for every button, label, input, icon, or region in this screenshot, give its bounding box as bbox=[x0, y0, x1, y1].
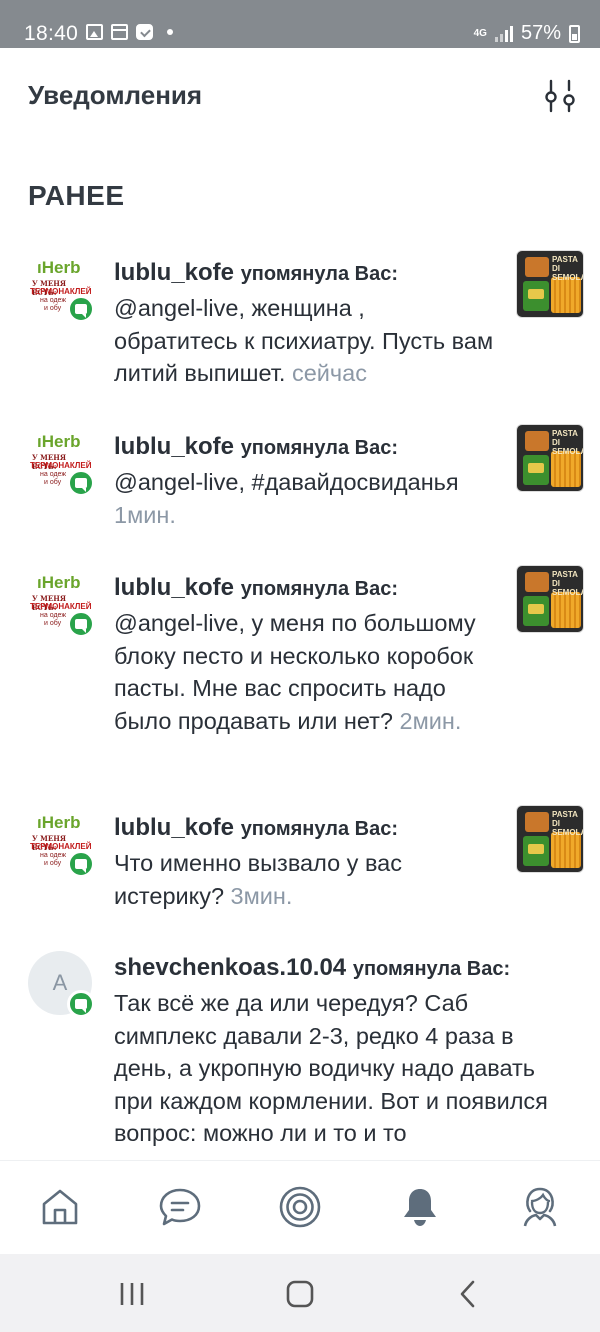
avatar[interactable]: iHerb У МЕНЯ ЕСТЬ: ТЕРМОНАКЛЕЙКИ на одеж… bbox=[28, 571, 95, 638]
thumbnail-label: PASTA DI SEMOLA bbox=[552, 429, 584, 456]
comment-badge-icon bbox=[67, 850, 95, 878]
avatar[interactable]: A bbox=[28, 951, 95, 1018]
home-icon bbox=[42, 1189, 78, 1225]
thumbnail-label: PASTA DI SEMOLA bbox=[552, 255, 584, 282]
notification-action: упомянула Вас: bbox=[240, 578, 398, 600]
username[interactable]: lublu_kofe bbox=[114, 433, 234, 460]
back-chevron-icon bbox=[460, 1280, 475, 1308]
avatar-line: и обу bbox=[44, 305, 62, 312]
comment-badge-icon bbox=[67, 610, 95, 638]
notification-body: lublu_kofe упомянула Вас: @angel-live, ж… bbox=[114, 256, 494, 390]
username[interactable]: lublu_kofe bbox=[114, 574, 234, 601]
notification-action: упомянула Вас: bbox=[240, 437, 398, 459]
avatar[interactable]: iHerb У МЕНЯ ЕСТЬ: ТЕРМОНАКЛЕЙКИ на одеж… bbox=[28, 430, 95, 497]
filter-button[interactable] bbox=[542, 78, 578, 114]
back-button[interactable] bbox=[448, 1278, 488, 1310]
recent-apps-button[interactable] bbox=[112, 1278, 152, 1310]
status-icons-left bbox=[86, 24, 173, 40]
notification-body: shevchenkoas.10.04 упомянула Вас: Так вс… bbox=[114, 951, 564, 1150]
notification-action: упомянула Вас: bbox=[240, 263, 398, 285]
status-time: 18:40 bbox=[24, 22, 79, 45]
section-title: РАНЕЕ bbox=[28, 180, 125, 211]
network-indicator: 4G bbox=[473, 27, 487, 39]
comment-text: @angel-live, #давайдосвиданья bbox=[114, 469, 459, 495]
comment-text: Так всё же да или чередуя? Саб симплекс … bbox=[114, 990, 548, 1146]
battery-icon bbox=[569, 24, 580, 43]
notification-body: lublu_kofe упомянула Вас: Что именно выз… bbox=[114, 811, 494, 912]
filter-sliders-icon bbox=[545, 79, 575, 113]
bell-icon bbox=[404, 1189, 436, 1226]
nav-home[interactable] bbox=[36, 1183, 84, 1231]
nav-notifications[interactable] bbox=[396, 1183, 444, 1231]
dot-icon bbox=[167, 29, 173, 35]
post-thumbnail[interactable]: PASTA DI SEMOLA bbox=[516, 424, 584, 492]
profile-icon bbox=[523, 1187, 557, 1227]
battery-percent: 57% bbox=[520, 22, 561, 44]
post-thumbnail[interactable]: PASTA DI SEMOLA bbox=[516, 805, 584, 873]
notification-body: lublu_kofe упомянула Вас: @angel-live, #… bbox=[114, 430, 494, 531]
post-thumbnail[interactable]: PASTA DI SEMOLA bbox=[516, 565, 584, 633]
avatar-line: на одеж bbox=[40, 297, 67, 304]
thumbnail-label: PASTA DI SEMOLA bbox=[552, 570, 584, 597]
avatar[interactable]: iHerb У МЕНЯ ЕСТЬ: ТЕРМОНАКЛЕЙКИ на одеж… bbox=[28, 811, 95, 878]
avatar-brand: iHerb bbox=[37, 432, 81, 451]
home-square-icon bbox=[286, 1280, 314, 1308]
timestamp: 2мин. bbox=[399, 707, 462, 734]
username[interactable]: lublu_kofe bbox=[114, 814, 234, 841]
timestamp: 1мин. bbox=[114, 501, 176, 528]
chat-icon bbox=[159, 1188, 201, 1226]
calendar-icon bbox=[111, 24, 128, 40]
notification-action: упомянула Вас: bbox=[352, 958, 511, 980]
nav-target[interactable] bbox=[276, 1183, 324, 1231]
notification-body: lublu_kofe упомянула Вас: @angel-live, у… bbox=[114, 571, 494, 737]
avatar-brand: iHerb bbox=[37, 573, 81, 592]
avatar-line: на одеж bbox=[40, 471, 67, 478]
comment-badge-icon bbox=[67, 295, 95, 323]
avatar-line: на одеж bbox=[40, 852, 67, 859]
comment-badge-icon bbox=[67, 469, 95, 497]
gallery-icon bbox=[86, 24, 103, 40]
page-title: Уведомления bbox=[28, 80, 203, 110]
notification-action: упомянула Вас: bbox=[240, 818, 398, 840]
recent-apps-icon bbox=[120, 1283, 144, 1305]
header: Уведомления bbox=[0, 48, 600, 148]
avatar-line: и обу bbox=[44, 479, 62, 486]
timestamp: 3мин. bbox=[230, 882, 293, 909]
avatar-line: на одеж bbox=[40, 612, 67, 619]
timestamp: сейчас bbox=[291, 360, 367, 386]
bottom-nav bbox=[0, 1160, 600, 1254]
avatar-line: и обу bbox=[44, 860, 62, 867]
comment-badge-icon bbox=[67, 990, 95, 1018]
avatar-brand: iHerb bbox=[37, 813, 81, 832]
nav-profile[interactable] bbox=[516, 1183, 564, 1231]
signal-icon bbox=[494, 25, 513, 42]
avatar-brand: iHerb bbox=[37, 258, 81, 277]
avatar[interactable]: iHerb У МЕНЯ ЕСТЬ: ТЕРМОНАКЛЕЙКИ на одеж… bbox=[28, 256, 95, 323]
avatar-line: и обу bbox=[44, 620, 62, 627]
home-button[interactable] bbox=[280, 1278, 320, 1310]
post-thumbnail[interactable]: PASTA DI SEMOLA bbox=[516, 250, 584, 318]
nav-chat[interactable] bbox=[156, 1183, 204, 1231]
username[interactable]: lublu_kofe bbox=[114, 259, 234, 286]
target-icon bbox=[279, 1186, 321, 1228]
status-bar: 18:40 4G 57% bbox=[0, 0, 600, 48]
status-right: 4G 57% bbox=[474, 22, 580, 45]
thumbnail-label: PASTA DI SEMOLA bbox=[552, 810, 584, 837]
username[interactable]: shevchenkoas.10.04 bbox=[114, 954, 346, 981]
mail-icon bbox=[136, 24, 153, 40]
system-nav-bar bbox=[0, 1254, 600, 1332]
